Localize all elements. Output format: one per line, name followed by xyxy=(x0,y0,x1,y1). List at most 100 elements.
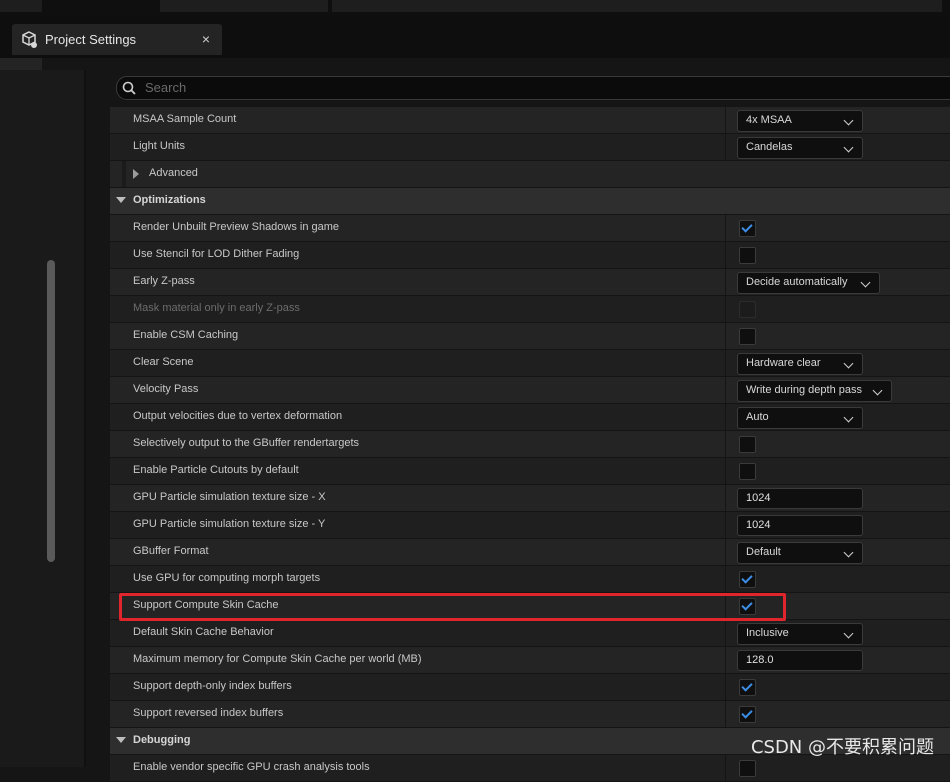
setting-label: Early Z-pass xyxy=(133,275,195,287)
column-divider[interactable] xyxy=(725,755,726,781)
setting-checkbox[interactable] xyxy=(739,328,756,345)
setting-checkbox[interactable] xyxy=(739,436,756,453)
chevron-down-icon xyxy=(843,628,854,639)
chevron-down-icon xyxy=(843,358,854,369)
tab-bar: Project Settings × xyxy=(0,16,950,58)
setting-checkbox[interactable] xyxy=(739,706,756,723)
checkmark-icon xyxy=(741,221,753,233)
column-divider[interactable] xyxy=(725,458,726,484)
indent-bar xyxy=(122,161,126,187)
setting-row: Support reversed index buffers xyxy=(110,701,950,728)
top-strip-segment xyxy=(0,0,42,12)
setting-row: GPU Particle simulation texture size - X… xyxy=(110,485,950,512)
setting-dropdown[interactable]: Auto xyxy=(737,407,863,429)
top-strip-segment xyxy=(332,0,942,12)
column-divider[interactable] xyxy=(725,539,726,565)
column-divider[interactable] xyxy=(725,350,726,376)
setting-checkbox[interactable] xyxy=(739,220,756,237)
setting-label: GBuffer Format xyxy=(133,545,209,557)
search-input[interactable]: Search xyxy=(116,76,950,100)
setting-row: Render Unbuilt Preview Shadows in game xyxy=(110,215,950,242)
setting-row: Velocity Pass Write during depth pass xyxy=(110,377,950,404)
top-strip xyxy=(0,0,950,16)
close-icon[interactable]: × xyxy=(202,31,210,47)
setting-number-input[interactable]: 1024 xyxy=(737,515,863,536)
setting-dropdown[interactable]: Write during depth pass xyxy=(737,380,892,402)
dropdown-value: Auto xyxy=(746,411,769,423)
setting-checkbox[interactable] xyxy=(739,760,756,777)
dropdown-value: Write during depth pass xyxy=(746,384,862,396)
setting-row: Use Stencil for LOD Dither Fading xyxy=(110,242,950,269)
setting-number-input[interactable]: 128.0 xyxy=(737,650,863,671)
setting-label: Enable Particle Cutouts by default xyxy=(133,464,299,476)
setting-label: Velocity Pass xyxy=(133,383,199,395)
subsection-label: Advanced xyxy=(149,167,198,179)
setting-dropdown[interactable]: Candelas xyxy=(737,137,863,159)
column-divider[interactable] xyxy=(725,620,726,646)
collapse-arrow-icon[interactable] xyxy=(116,197,126,203)
setting-label: MSAA Sample Count xyxy=(133,113,237,125)
tab-project-settings[interactable]: Project Settings × xyxy=(12,24,222,55)
setting-label: Light Units xyxy=(133,140,185,152)
top-strip-segment xyxy=(160,0,328,12)
chevron-down-icon xyxy=(860,277,871,288)
setting-label: Default Skin Cache Behavior xyxy=(133,626,274,638)
column-divider[interactable] xyxy=(725,512,726,538)
setting-checkbox[interactable] xyxy=(739,679,756,696)
column-divider[interactable] xyxy=(725,404,726,430)
search-icon xyxy=(122,81,136,95)
column-divider[interactable] xyxy=(725,242,726,268)
setting-dropdown[interactable]: Decide automatically xyxy=(737,272,880,294)
column-divider[interactable] xyxy=(725,134,726,160)
setting-dropdown[interactable]: Hardware clear xyxy=(737,353,863,375)
number-value: 128.0 xyxy=(746,654,774,666)
setting-row: Maximum memory for Compute Skin Cache pe… xyxy=(110,647,950,674)
chevron-down-icon xyxy=(843,412,854,423)
left-scrollbar[interactable] xyxy=(47,260,55,562)
setting-dropdown[interactable]: Default xyxy=(737,542,863,564)
column-divider[interactable] xyxy=(725,215,726,241)
subsection-header[interactable]: Advanced xyxy=(110,161,950,188)
setting-row: Enable vendor specific GPU crash analysi… xyxy=(110,755,950,782)
chevron-down-icon xyxy=(872,385,883,396)
column-divider[interactable] xyxy=(725,647,726,673)
setting-checkbox[interactable] xyxy=(739,571,756,588)
tab-underline xyxy=(0,58,42,70)
dropdown-value: Default xyxy=(746,546,781,558)
column-divider[interactable] xyxy=(725,701,726,727)
column-divider[interactable] xyxy=(725,323,726,349)
setting-dropdown[interactable]: Inclusive xyxy=(737,623,863,645)
setting-label: Enable CSM Caching xyxy=(133,329,239,341)
settings-cubes-icon xyxy=(22,31,37,48)
setting-row: MSAA Sample Count 4x MSAA xyxy=(110,107,950,134)
setting-row: Enable CSM Caching xyxy=(110,323,950,350)
setting-label: Mask material only in early Z-pass xyxy=(133,302,300,314)
column-divider[interactable] xyxy=(725,377,726,403)
setting-label: Support depth-only index buffers xyxy=(133,680,292,692)
column-divider[interactable] xyxy=(725,431,726,457)
column-divider[interactable] xyxy=(725,566,726,592)
setting-label: Selectively output to the GBuffer render… xyxy=(133,437,360,449)
setting-row: Support depth-only index buffers xyxy=(110,674,950,701)
setting-dropdown[interactable]: 4x MSAA xyxy=(737,110,863,132)
column-divider[interactable] xyxy=(725,296,726,322)
setting-checkbox[interactable] xyxy=(739,463,756,480)
setting-row: Early Z-pass Decide automatically xyxy=(110,269,950,296)
column-divider[interactable] xyxy=(725,485,726,511)
column-divider[interactable] xyxy=(725,269,726,295)
section-label: Optimizations xyxy=(133,194,206,206)
setting-checkbox[interactable] xyxy=(739,247,756,264)
setting-checkbox xyxy=(739,301,756,318)
setting-number-input[interactable]: 1024 xyxy=(737,488,863,509)
column-divider[interactable] xyxy=(725,107,726,133)
setting-row: Use GPU for computing morph targets xyxy=(110,566,950,593)
section-header[interactable]: Optimizations xyxy=(110,188,950,215)
setting-label: Use Stencil for LOD Dither Fading xyxy=(133,248,300,260)
number-value: 1024 xyxy=(746,519,771,531)
column-divider[interactable] xyxy=(725,674,726,700)
setting-label: Enable vendor specific GPU crash analysi… xyxy=(133,761,370,773)
dropdown-value: Candelas xyxy=(746,141,793,153)
expand-arrow-icon[interactable] xyxy=(133,169,139,179)
collapse-arrow-icon[interactable] xyxy=(116,737,126,743)
checkmark-icon xyxy=(741,572,753,584)
